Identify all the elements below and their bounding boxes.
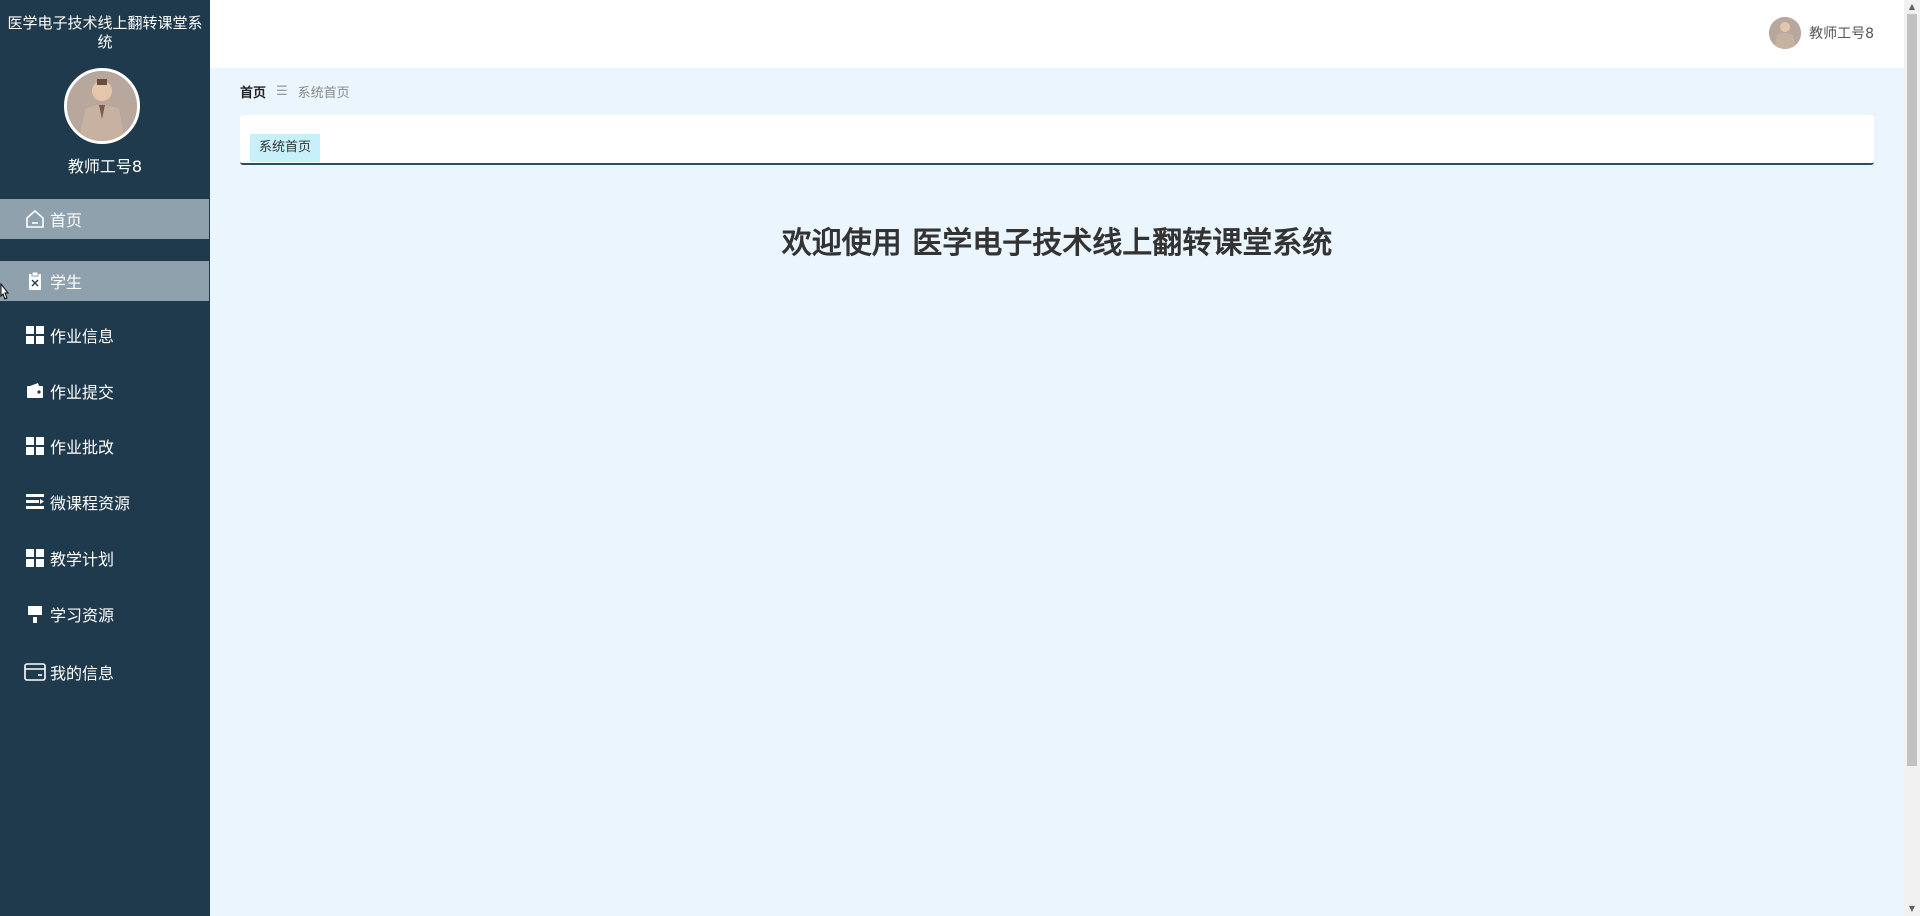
grid-icon bbox=[24, 435, 46, 457]
sidebar-item-label: 学习资源 bbox=[50, 606, 115, 625]
sidebar-username: 教师工号8 bbox=[67, 157, 143, 176]
avatar[interactable] bbox=[64, 68, 140, 144]
tab-system-home[interactable]: 系统首页 bbox=[250, 134, 321, 162]
sidebar: 医学电子技术线上翻转课堂系统 教师工号8 首页 学生 作业信息 作业提交 作业批… bbox=[0, 0, 210, 916]
header-username: 教师工号8 bbox=[1809, 26, 1874, 42]
vertical-scrollbar[interactable]: ▲ ▼ bbox=[1904, 0, 1920, 916]
breadcrumb-current: 系统首页 bbox=[297, 86, 350, 101]
scroll-down-icon[interactable]: ▼ bbox=[1904, 902, 1920, 916]
sidebar-item-label: 学生 bbox=[50, 273, 83, 292]
sidebar-item-label: 微课程资源 bbox=[50, 494, 131, 513]
sidebar-item-homework-info[interactable]: 作业信息 bbox=[0, 315, 209, 355]
sidebar-item-homework-grading[interactable]: 作业批改 bbox=[0, 426, 209, 466]
sidebar-item-label: 教学计划 bbox=[50, 550, 115, 569]
sidebar-item-label: 首页 bbox=[50, 211, 83, 230]
sidebar-item-home[interactable]: 首页 bbox=[0, 199, 209, 239]
brush-icon bbox=[24, 603, 46, 625]
breadcrumb: 首页 ☰ 系统首页 bbox=[240, 82, 350, 101]
grid-icon bbox=[24, 324, 46, 346]
sidebar-item-label: 作业信息 bbox=[50, 327, 115, 346]
avatar bbox=[1769, 17, 1802, 49]
clipboard-icon bbox=[24, 270, 46, 292]
sidebar-item-my-info[interactable]: 我的信息 bbox=[0, 652, 209, 692]
list-icon bbox=[24, 491, 46, 513]
sidebar-item-micro-course[interactable]: 微课程资源 bbox=[0, 482, 209, 522]
home-icon bbox=[24, 208, 46, 230]
app-title: 医学电子技术线上翻转课堂系统 bbox=[7, 14, 203, 51]
sidebar-item-homework-submit[interactable]: 作业提交 bbox=[0, 371, 209, 411]
top-header: 教师工号8 bbox=[210, 0, 1904, 68]
card-icon bbox=[24, 661, 46, 683]
sidebar-item-label: 作业提交 bbox=[50, 383, 115, 402]
grid-icon bbox=[24, 547, 46, 569]
hand-cursor-icon bbox=[0, 282, 12, 309]
avatar-image bbox=[67, 71, 137, 141]
sidebar-item-label: 作业批改 bbox=[50, 438, 115, 457]
sidebar-item-students[interactable]: 学生 bbox=[0, 261, 209, 301]
sidebar-item-teaching-plan[interactable]: 教学计划 bbox=[0, 538, 209, 578]
scrollbar-thumb[interactable] bbox=[1907, 14, 1917, 766]
sidebar-item-learning-resources[interactable]: 学习资源 bbox=[0, 594, 209, 634]
sidebar-item-label: 我的信息 bbox=[50, 664, 115, 683]
welcome-heading: 欢迎使用 医学电子技术线上翻转课堂系统 bbox=[781, 226, 1333, 261]
user-menu[interactable]: 教师工号8 bbox=[1769, 17, 1874, 49]
breadcrumb-home[interactable]: 首页 bbox=[240, 82, 266, 101]
tab-bar: 系统首页 bbox=[240, 115, 1874, 165]
wallet-icon bbox=[24, 380, 46, 402]
scroll-up-icon[interactable]: ▲ bbox=[1904, 0, 1920, 14]
breadcrumb-separator-icon: ☰ bbox=[276, 84, 288, 99]
